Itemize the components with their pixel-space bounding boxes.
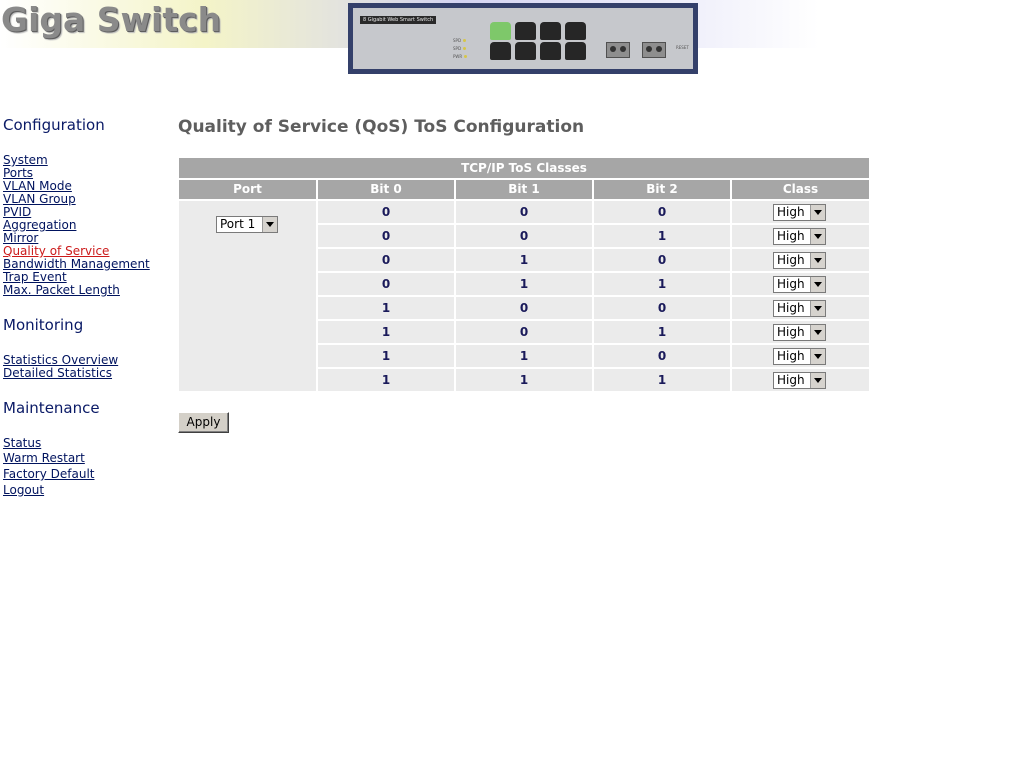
port-select[interactable]: Port 1 — [216, 216, 278, 233]
logo-text: Giga Switch — [1, 0, 222, 39]
nav-link-vlan-mode[interactable]: VLAN Mode — [3, 179, 72, 193]
port-8-icon — [565, 42, 586, 60]
nav-link-pvid[interactable]: PVID — [3, 205, 31, 219]
column-header-bit2: Bit 2 — [594, 180, 730, 199]
maintenance-heading: Maintenance — [3, 399, 100, 417]
port-cell: Port 1 — [179, 201, 316, 391]
table-cell-class: High — [732, 273, 869, 295]
table-cell-bit1: 0 — [456, 225, 592, 247]
table-cell-bit0: 1 — [318, 345, 454, 367]
class-select[interactable]: High — [773, 252, 826, 269]
sfp-port-icon — [642, 42, 666, 58]
table-cell-bit2: 1 — [594, 321, 730, 343]
table-cell-bit2: 1 — [594, 369, 730, 391]
switch-front-panel-image: 8 Gigabit Web Smart Switch SPD SPD PWR R… — [348, 3, 698, 74]
table-cell-bit1: 1 — [456, 249, 592, 271]
chevron-down-icon — [810, 277, 825, 292]
nav-link-vlan-group[interactable]: VLAN Group — [3, 192, 76, 206]
table-cell-bit2: 1 — [594, 225, 730, 247]
class-select[interactable]: High — [773, 324, 826, 341]
device-label: 8 Gigabit Web Smart Switch — [360, 16, 437, 24]
class-select[interactable]: High — [773, 300, 826, 317]
table-cell-bit0: 0 — [318, 249, 454, 271]
table-cell-bit0: 1 — [318, 297, 454, 319]
class-select[interactable]: High — [773, 228, 826, 245]
nav-link-mirror[interactable]: Mirror — [3, 231, 38, 245]
nav-link-bandwidth-management[interactable]: Bandwidth Management — [3, 257, 150, 271]
table-cell-bit0: 0 — [318, 225, 454, 247]
nav-link-max-packet-length[interactable]: Max. Packet Length — [3, 283, 120, 297]
column-header-bit0: Bit 0 — [318, 180, 454, 199]
nav-link-system[interactable]: System — [3, 153, 48, 167]
sfp-port-icon — [606, 42, 630, 58]
port-4-icon — [515, 42, 536, 60]
table-cell-bit2: 0 — [594, 249, 730, 271]
table-cell-bit0: 0 — [318, 201, 454, 223]
table-cell-class: High — [732, 321, 869, 343]
table-cell-bit1: 0 — [456, 201, 592, 223]
header: Giga Switch 8 Gigabit Web Smart Switch S… — [0, 0, 1024, 80]
table-cell-class: High — [732, 201, 869, 223]
nav-link-ports[interactable]: Ports — [3, 166, 33, 180]
table-cell-class: High — [732, 225, 869, 247]
table-cell-class: High — [732, 345, 869, 367]
chevron-down-icon — [810, 301, 825, 316]
chevron-down-icon — [810, 253, 825, 268]
column-header-bit1: Bit 1 — [456, 180, 592, 199]
chevron-down-icon — [810, 229, 825, 244]
port-7-icon — [565, 22, 586, 40]
table-cell-bit0: 1 — [318, 369, 454, 391]
nav-link-aggregation[interactable]: Aggregation — [3, 218, 76, 232]
nav-link-trap-event[interactable]: Trap Event — [3, 270, 67, 284]
nav-link-statistics-overview[interactable]: Statistics Overview — [3, 353, 118, 367]
table-cell-bit1: 0 — [456, 297, 592, 319]
table-cell-bit0: 0 — [318, 273, 454, 295]
nav-link-warm-restart[interactable]: Warm Restart — [3, 451, 85, 465]
nav-link-factory-default[interactable]: Factory Default — [3, 467, 95, 481]
chevron-down-icon — [810, 349, 825, 364]
table-cell-bit1: 1 — [456, 273, 592, 295]
table-cell-bit1: 1 — [456, 345, 592, 367]
port-2-icon — [490, 42, 511, 60]
configuration-heading: Configuration — [3, 116, 105, 134]
class-select[interactable]: High — [773, 276, 826, 293]
table-cell-bit0: 1 — [318, 321, 454, 343]
table-cell-bit2: 0 — [594, 345, 730, 367]
class-select[interactable]: High — [773, 204, 826, 221]
chevron-down-icon — [810, 373, 825, 388]
chevron-down-icon — [262, 217, 277, 232]
table-caption: TCP/IP ToS Classes — [179, 158, 869, 179]
port-6-icon — [540, 42, 561, 60]
table-cell-class: High — [732, 249, 869, 271]
column-header-port: Port — [179, 180, 316, 199]
chevron-down-icon — [810, 205, 825, 220]
nav-link-status[interactable]: Status — [3, 436, 41, 450]
table-cell-bit2: 1 — [594, 273, 730, 295]
table-cell-bit2: 0 — [594, 297, 730, 319]
table-cell-bit1: 0 — [456, 321, 592, 343]
apply-button[interactable]: Apply — [178, 412, 229, 433]
nav-link-detailed-statistics[interactable]: Detailed Statistics — [3, 366, 112, 380]
table-cell-class: High — [732, 297, 869, 319]
table-cell-class: High — [732, 369, 869, 391]
nav-link-quality-of-service[interactable]: Quality of Service — [3, 244, 109, 258]
table-cell-bit1: 1 — [456, 369, 592, 391]
port-3-icon — [515, 22, 536, 40]
table-cell-bit2: 0 — [594, 201, 730, 223]
chevron-down-icon — [810, 325, 825, 340]
port-5-icon — [540, 22, 561, 40]
page-title: Quality of Service (QoS) ToS Configurati… — [178, 117, 585, 137]
class-select[interactable]: High — [773, 372, 826, 389]
monitoring-heading: Monitoring — [3, 316, 84, 334]
class-select[interactable]: High — [773, 348, 826, 365]
nav-link-logout[interactable]: Logout — [3, 483, 44, 497]
port-1-icon — [490, 22, 511, 40]
column-header-class: Class — [732, 180, 869, 199]
